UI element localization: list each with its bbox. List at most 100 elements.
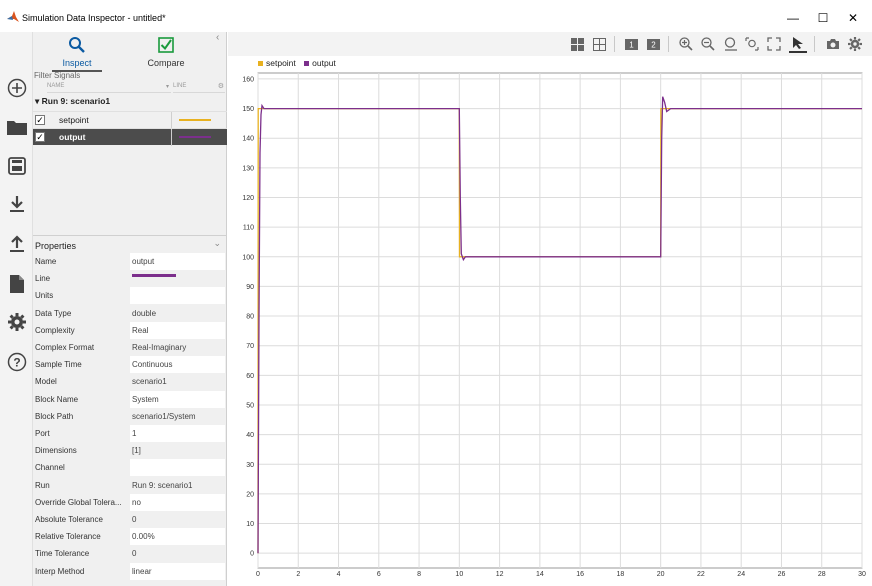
- property-row: Channel: [33, 459, 227, 477]
- properties-header[interactable]: Properties ⌄: [33, 235, 227, 253]
- property-row: Override Global Tolera... no: [33, 493, 227, 511]
- signal-row-setpoint[interactable]: ✓ setpoint: [33, 111, 227, 129]
- layout-button[interactable]: [568, 35, 586, 53]
- signal-checkbox[interactable]: ✓: [35, 132, 45, 142]
- y-tick-label: 10: [246, 521, 254, 528]
- help-icon: ?: [7, 352, 27, 372]
- y-tick-label: 130: [242, 165, 254, 172]
- fit-to-view-button[interactable]: [765, 35, 783, 53]
- property-value[interactable]: linear: [130, 562, 225, 580]
- property-key: Run: [35, 480, 50, 490]
- property-row: Absolute Tolerance 0: [33, 511, 227, 528]
- property-value[interactable]: System: [130, 390, 225, 408]
- dual-plot-button[interactable]: 2: [644, 35, 662, 53]
- property-value-text: 0: [132, 515, 137, 524]
- column-line-label: LINE: [173, 83, 187, 89]
- toolbar-separator: [668, 36, 669, 52]
- export-icon: [10, 235, 24, 252]
- preferences-button[interactable]: [5, 310, 29, 334]
- property-value[interactable]: 0: [130, 511, 225, 528]
- import-button[interactable]: [5, 192, 29, 216]
- window-title: Simulation Data Inspector - untitled*: [22, 13, 166, 23]
- property-value[interactable]: double: [130, 304, 225, 322]
- snapshot-button[interactable]: [824, 35, 842, 53]
- column-header-line[interactable]: LINE ⚙: [173, 83, 225, 93]
- property-key: Block Path: [35, 411, 74, 421]
- property-row: Time Tolerance 0: [33, 545, 227, 563]
- save-button[interactable]: [5, 154, 29, 178]
- single-plot-button[interactable]: 1: [622, 35, 640, 53]
- maximize-button[interactable]: ☐: [808, 7, 838, 29]
- property-key: Port: [35, 429, 50, 438]
- zoom-out-button[interactable]: [699, 35, 717, 53]
- run-node[interactable]: ▾ Run 9: scenario1: [35, 96, 225, 110]
- property-value[interactable]: [130, 270, 225, 288]
- property-value[interactable]: [130, 287, 225, 305]
- line-color-swatch[interactable]: [132, 274, 176, 278]
- help-button[interactable]: ?: [5, 350, 29, 374]
- property-value[interactable]: Real: [130, 321, 225, 339]
- property-key: Relative Tolerance: [35, 532, 101, 542]
- report-button[interactable]: [5, 272, 29, 296]
- x-tick-label: 24: [737, 571, 745, 578]
- collapse-panel-button[interactable]: ‹: [216, 32, 219, 43]
- signal-row-output[interactable]: ✓ output: [33, 128, 227, 146]
- magnifier-icon: [69, 37, 85, 53]
- property-value[interactable]: output: [130, 253, 225, 270]
- property-key: Interp Method: [35, 566, 85, 576]
- toolbar-separator: [814, 36, 815, 52]
- y-tick-label: 70: [246, 343, 254, 350]
- signal-checkbox[interactable]: ✓: [35, 115, 45, 125]
- tab-compare[interactable]: Compare: [126, 34, 206, 70]
- legend-item-output[interactable]: output: [304, 58, 336, 68]
- property-key: Channel: [35, 463, 65, 473]
- property-value-text: Real: [132, 325, 149, 335]
- sort-chevron-icon: ▾: [165, 84, 169, 90]
- property-value[interactable]: Continuous: [130, 356, 225, 374]
- legend-swatch-output: [304, 61, 310, 67]
- minimize-button[interactable]: —: [778, 7, 808, 29]
- property-value[interactable]: 0: [130, 545, 225, 563]
- tab-inspect[interactable]: Inspect: [37, 34, 117, 70]
- new-session-button[interactable]: [5, 76, 29, 100]
- open-button[interactable]: [5, 115, 29, 139]
- column-header-name[interactable]: NAME ▾: [47, 83, 171, 93]
- close-window-button[interactable]: ✕: [838, 7, 868, 29]
- zoom-box-button[interactable]: [743, 35, 761, 53]
- column-name-label: NAME: [47, 83, 65, 89]
- property-value[interactable]: [1]: [130, 442, 225, 460]
- legend-item-setpoint[interactable]: setpoint: [258, 58, 296, 68]
- signal-name: output: [59, 132, 86, 142]
- property-value[interactable]: 1: [130, 425, 225, 442]
- property-value[interactable]: [130, 459, 225, 477]
- subplot-button[interactable]: [590, 35, 608, 53]
- zoom-in-button[interactable]: [677, 35, 695, 53]
- x-tick-label: 14: [536, 571, 544, 578]
- column-settings-icon[interactable]: ⚙: [218, 82, 224, 90]
- visualization-settings-button[interactable]: [846, 35, 864, 53]
- line-style-swatch[interactable]: [179, 119, 211, 121]
- chart-legend: setpoint output: [258, 58, 342, 70]
- property-value[interactable]: 0.00%: [130, 528, 225, 546]
- signal-plot[interactable]: 0 2 4 6 8 10 12 14 16 18 20 22 24 26 28 300102030405060…: [228, 70, 872, 586]
- property-value[interactable]: no: [130, 493, 225, 511]
- chevron-down-icon[interactable]: ⌄: [213, 238, 221, 249]
- y-tick-label: 40: [246, 432, 254, 439]
- property-value[interactable]: scenario1/System: [130, 407, 225, 425]
- zoom-reset-button[interactable]: [722, 35, 740, 53]
- export-button[interactable]: [5, 232, 29, 256]
- cursor-button[interactable]: [789, 35, 807, 53]
- property-value-text: scenario1/System: [132, 411, 196, 421]
- property-row: Run Run 9: scenario1: [33, 476, 227, 494]
- property-value-text: 0: [132, 549, 137, 559]
- line-style-swatch[interactable]: [179, 136, 211, 138]
- property-row: Complex Format Real-Imaginary: [33, 339, 227, 356]
- maximize-icon: ☐: [817, 11, 829, 25]
- filter-signals-input[interactable]: Filter Signals: [34, 71, 80, 80]
- property-key: Line: [35, 274, 51, 284]
- property-value[interactable]: Real-Imaginary: [130, 339, 225, 356]
- property-value[interactable]: scenario1: [130, 373, 225, 391]
- property-value[interactable]: Run 9: scenario1: [130, 476, 225, 494]
- x-tick-label: 26: [778, 571, 786, 578]
- property-key: Absolute Tolerance: [35, 515, 103, 524]
